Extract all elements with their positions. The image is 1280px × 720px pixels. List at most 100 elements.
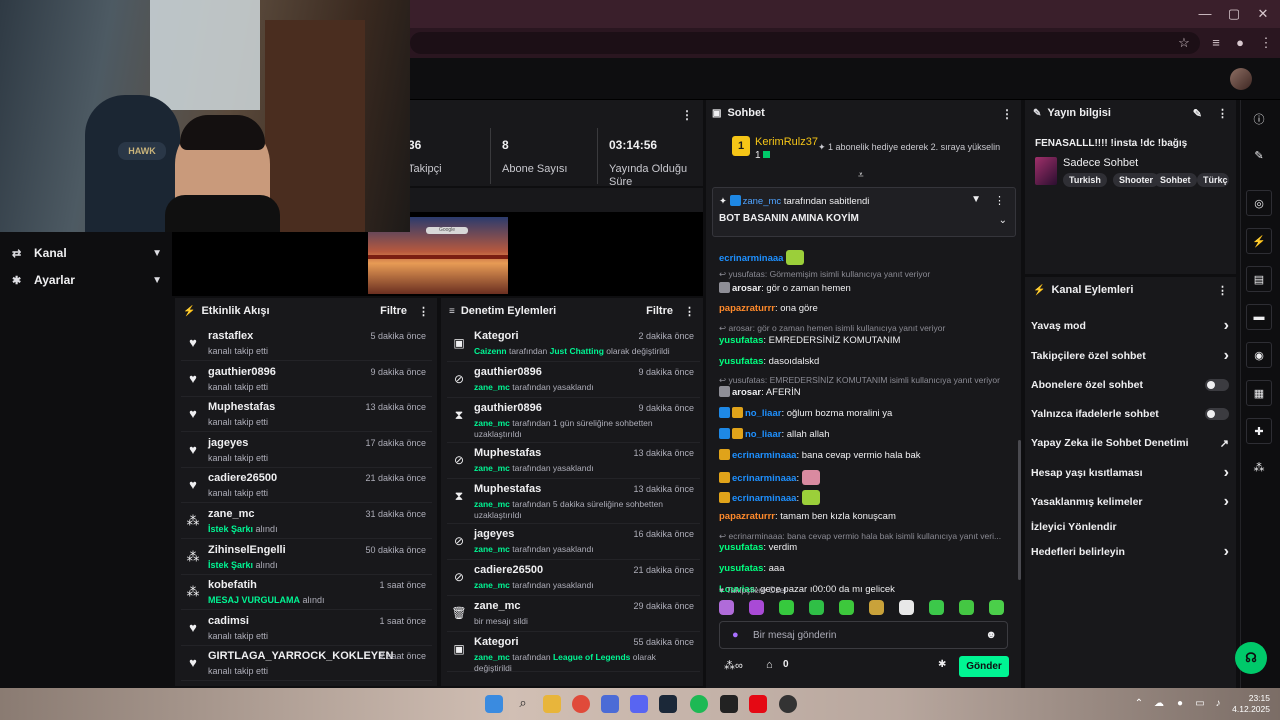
chat-username[interactable]: ecrinarminaaa	[732, 473, 796, 484]
stats-menu-icon[interactable]: ⋮	[681, 108, 693, 122]
chat-username[interactable]: yusufatas	[719, 542, 763, 553]
kebab-icon[interactable]: ⋮	[418, 305, 429, 318]
activity-row[interactable]: ♥ cadiere26500 kanalı takip etti 21 dakika …	[181, 468, 432, 504]
wrench-icon[interactable]: ✚	[1246, 418, 1272, 444]
moderation-target[interactable]: gauthier0896	[474, 366, 542, 378]
moderation-target[interactable]: jageyes	[474, 528, 514, 540]
chat-message[interactable]: ecrinarminaaa:	[719, 470, 1014, 485]
chat-input-placeholder[interactable]: Bir mesaj gönderin	[753, 630, 836, 641]
moderator-name[interactable]: zane_mc	[474, 463, 510, 473]
chrome-icon[interactable]	[572, 695, 590, 713]
chat-message[interactable]: no_liaar: allah allah	[719, 428, 1014, 441]
system-clock[interactable]: 23:15 4.12.2025	[1232, 693, 1270, 715]
channel-points-icon[interactable]: ⁂∞	[724, 659, 743, 672]
channel-action-item[interactable]: Yasaklanmış kelimeler ›	[1031, 493, 1229, 511]
moderator-name[interactable]: zane_mc	[474, 652, 510, 662]
moderation-row[interactable]: ⊘ Muphestafas zane_mc tarafından yasakland…	[447, 443, 700, 479]
store-icon[interactable]: ⌂	[766, 659, 773, 671]
chat-username[interactable]: papazraturrr	[719, 303, 775, 314]
moderation-target[interactable]: zane_mc	[474, 600, 520, 612]
steam-icon[interactable]	[659, 695, 677, 713]
netflix-icon[interactable]	[749, 695, 767, 713]
emote-icon[interactable]	[959, 600, 974, 615]
chat-username[interactable]: arosar	[732, 387, 761, 398]
menu-icon[interactable]: ⋮	[1256, 33, 1276, 53]
moderation-target[interactable]: Kategori	[474, 636, 519, 648]
chat-message[interactable]: arosar: gör o zaman hemen	[719, 282, 1014, 295]
microphone-icon[interactable]: ●	[1173, 697, 1187, 711]
emoji-icon[interactable]: ☻	[985, 629, 997, 641]
activity-row[interactable]: ⁂ zane_mc İstek Şarkı alındı 31 dakika önce	[181, 504, 432, 539]
moderator-name[interactable]: zane_mc	[474, 382, 510, 392]
category-name[interactable]: Sadece Sohbet	[1063, 157, 1138, 169]
microphone-icon[interactable]: ●	[732, 629, 739, 641]
category-thumbnail[interactable]	[1035, 157, 1057, 185]
network-icon[interactable]: ▭	[1193, 697, 1207, 711]
chat-message[interactable]: papazraturrr: tamam ben kızla konuşcam	[719, 511, 1014, 523]
chat-reply-context[interactable]: ↩ yusufatas: EMREDERSİNİZ KOMUTANIM isim…	[719, 374, 1014, 386]
activity-username[interactable]: Muphestafas	[208, 401, 275, 413]
activity-username[interactable]: cadimsi	[208, 615, 249, 627]
moderation-row[interactable]: ⧗ Muphestafas zane_mc tarafından 5 dakika …	[447, 479, 700, 524]
activity-row[interactable]: ♥ jageyes kanalı takip etti 17 dakika önce	[181, 433, 432, 468]
emote-icon[interactable]	[809, 600, 824, 615]
activity-username[interactable]: jageyes	[208, 437, 248, 449]
nav-item-channel[interactable]: ⇄ Kanal ▼	[12, 243, 162, 263]
chat-message[interactable]: no_liaar: oğlum bozma moralini ya	[719, 407, 1014, 420]
moderation-target[interactable]: Kategori	[474, 330, 519, 342]
toggle-switch[interactable]	[1205, 408, 1229, 420]
document-icon[interactable]: ▤	[1246, 266, 1272, 292]
chat-message[interactable]: arosar: AFERİN	[719, 386, 1014, 399]
chat-reply-context[interactable]: ↩ yusufatas: Görmemişim isimli kullanıcı…	[719, 268, 1014, 280]
moderation-target[interactable]: gauthier0896	[474, 402, 542, 414]
channel-action-item[interactable]: Yapay Zeka ile Sohbet Denetimi ↗	[1031, 434, 1229, 452]
activity-row[interactable]: ♥ gauthier0896 kanalı takip etti 9 dakika ö…	[181, 362, 432, 397]
help-button[interactable]: ☊	[1235, 642, 1267, 674]
moderator-name[interactable]: zane_mc	[474, 544, 510, 554]
app-icon[interactable]	[601, 695, 619, 713]
moderation-target[interactable]: Muphestafas	[474, 483, 541, 495]
chat-username[interactable]: papazraturrr	[719, 511, 775, 522]
chevron-down-icon[interactable]: ⌄	[999, 215, 1007, 226]
kebab-icon[interactable]: ⋮	[1001, 107, 1013, 121]
moderation-row[interactable]: ▣ Kategori zane_mc tarafından League of Le…	[447, 632, 700, 673]
channel-action-item[interactable]: Hedefleri belirleyin ›	[1031, 543, 1229, 561]
activity-row[interactable]: ♥ GIRTLAGA_YARROCK_KOKLEYEN kanalı takip e…	[181, 646, 432, 682]
chat-username[interactable]: no_liaar	[745, 429, 781, 440]
emote-icon[interactable]	[749, 600, 764, 615]
toggle-switch[interactable]	[1205, 379, 1229, 391]
edit-icon[interactable]: ✎	[1193, 107, 1202, 120]
activity-row[interactable]: ♥ rastaflex kanalı takip etti 5 dakika önce	[181, 326, 432, 361]
filter-button[interactable]: Filtre	[380, 305, 407, 317]
app-icon[interactable]	[779, 695, 797, 713]
moderator-name[interactable]: zane_mc	[474, 418, 510, 428]
emote-icon[interactable]	[899, 600, 914, 615]
broadcast-icon[interactable]: ◉	[1246, 342, 1272, 368]
chat-username[interactable]: ecrinarminaaa	[719, 253, 783, 264]
epic-games-icon[interactable]	[720, 695, 738, 713]
moderation-row[interactable]: 🗑 zane_mc bir mesajı sildi 29 dakika önce	[447, 596, 700, 632]
unpin-icon[interactable]: ▼	[971, 194, 981, 205]
lightning-icon[interactable]: ⚡	[1246, 228, 1272, 254]
discord-icon[interactable]	[630, 695, 648, 713]
emote-icon[interactable]	[929, 600, 944, 615]
activity-row[interactable]: ♥ Muphestafas kanalı takip etti 13 dakika ö…	[181, 397, 432, 433]
chat-username[interactable]: ecrinarminaaa	[732, 450, 796, 461]
chat-settings-icon[interactable]: ✱	[938, 659, 946, 670]
moderation-target[interactable]: cadiere26500	[474, 564, 543, 576]
chat-username[interactable]: yusufatas	[719, 356, 763, 367]
emote-icon[interactable]	[779, 600, 794, 615]
activity-row[interactable]: ⁂ kobefatih MESAJ VURGULAMA alındı 1 saat ö…	[181, 575, 432, 611]
profile-icon[interactable]: ●	[1230, 33, 1250, 53]
nav-item-settings[interactable]: ✱ Ayarlar ▼	[12, 270, 162, 290]
chat-message[interactable]: papazraturrr: ona göre	[719, 303, 1014, 315]
file-explorer-icon[interactable]	[543, 695, 561, 713]
chat-message[interactable]: yusufatas: EMREDERSİNİZ KOMUTANIM	[719, 335, 1014, 347]
activity-username[interactable]: rastaflex	[208, 330, 253, 342]
emote-icon[interactable]	[719, 600, 734, 615]
moderator-name[interactable]: zane_mc	[474, 499, 510, 509]
chat-username[interactable]: yusufatas	[719, 335, 763, 346]
chat-message[interactable]: ecrinarminaaa	[719, 250, 1014, 265]
start-icon[interactable]	[485, 695, 503, 713]
channel-action-item[interactable]: Yalnızca ifadelerle sohbet	[1031, 405, 1229, 423]
